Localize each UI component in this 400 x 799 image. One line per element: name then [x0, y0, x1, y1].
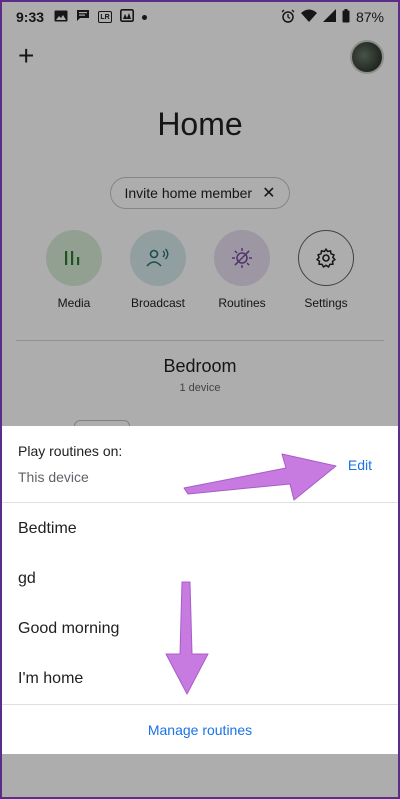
- manage-routines-row: Manage routines: [2, 704, 398, 754]
- sheet-heading: Play routines on:: [18, 443, 123, 459]
- list-item[interactable]: Good morning: [2, 604, 398, 654]
- edit-button[interactable]: Edit: [348, 457, 372, 473]
- routines-bottom-sheet: Play routines on: This device Edit Bedti…: [2, 426, 398, 754]
- manage-routines-button[interactable]: Manage routines: [148, 722, 252, 738]
- scrim-overlay[interactable]: [2, 2, 398, 426]
- sheet-device: This device: [18, 469, 89, 485]
- list-item[interactable]: I'm home: [2, 654, 398, 704]
- list-item[interactable]: gd: [2, 554, 398, 604]
- routine-list: Bedtime gd Good morning I'm home: [2, 503, 398, 704]
- scrim-overlay-bottom[interactable]: [2, 754, 398, 797]
- sheet-header: Play routines on: This device Edit: [2, 426, 398, 503]
- app-frame: 9:33 LR 87% + Home Invite home member ✕ …: [0, 0, 400, 799]
- list-item[interactable]: Bedtime: [2, 504, 398, 554]
